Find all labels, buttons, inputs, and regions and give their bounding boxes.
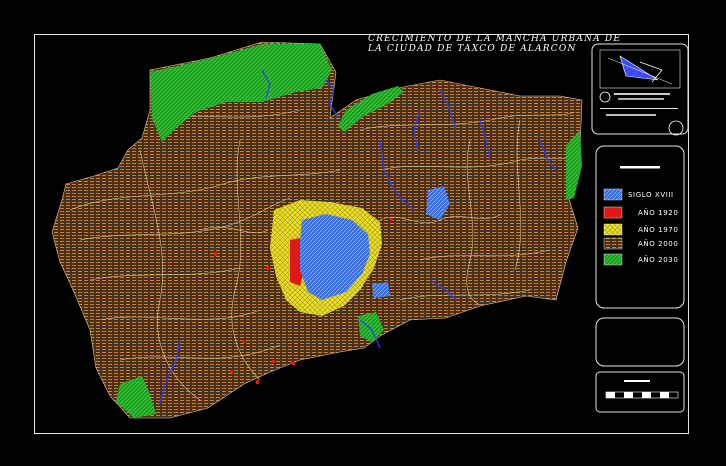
legend-label-siglo-xviii: SIGLO XVIII	[628, 191, 674, 199]
institution-text-line-1	[614, 93, 670, 95]
title-block-header-box	[591, 43, 689, 135]
legend-label-2000: AÑO 2000	[638, 240, 679, 248]
info-text-line	[606, 114, 656, 116]
legend-heading-bar	[620, 166, 660, 169]
legend-swatch-2000	[603, 237, 623, 250]
legend-swatch-1970	[603, 223, 623, 236]
title-block-panel	[591, 43, 689, 413]
scale-bar-icon	[605, 391, 679, 399]
legend-swatch-2030	[603, 253, 623, 266]
legend-swatch-1920	[603, 206, 623, 219]
compass-north-arrow-icon	[599, 49, 681, 89]
legend-label-1920: AÑO 1920	[638, 209, 679, 217]
legend-swatch-siglo-xviii	[603, 188, 623, 201]
legend-label-1970: AÑO 1970	[638, 226, 679, 234]
legend-label-2030: AÑO 2030	[638, 256, 679, 264]
institution-text-line-2	[618, 98, 664, 100]
institution-seal-icon	[599, 91, 611, 103]
sheet-number-circle	[668, 120, 684, 136]
notes-box	[595, 317, 685, 367]
cad-drawing-viewport: CRECIMIENTO DE LA MANCHA URBANA DE LA CI…	[0, 0, 726, 466]
scale-text-bar	[624, 380, 650, 382]
